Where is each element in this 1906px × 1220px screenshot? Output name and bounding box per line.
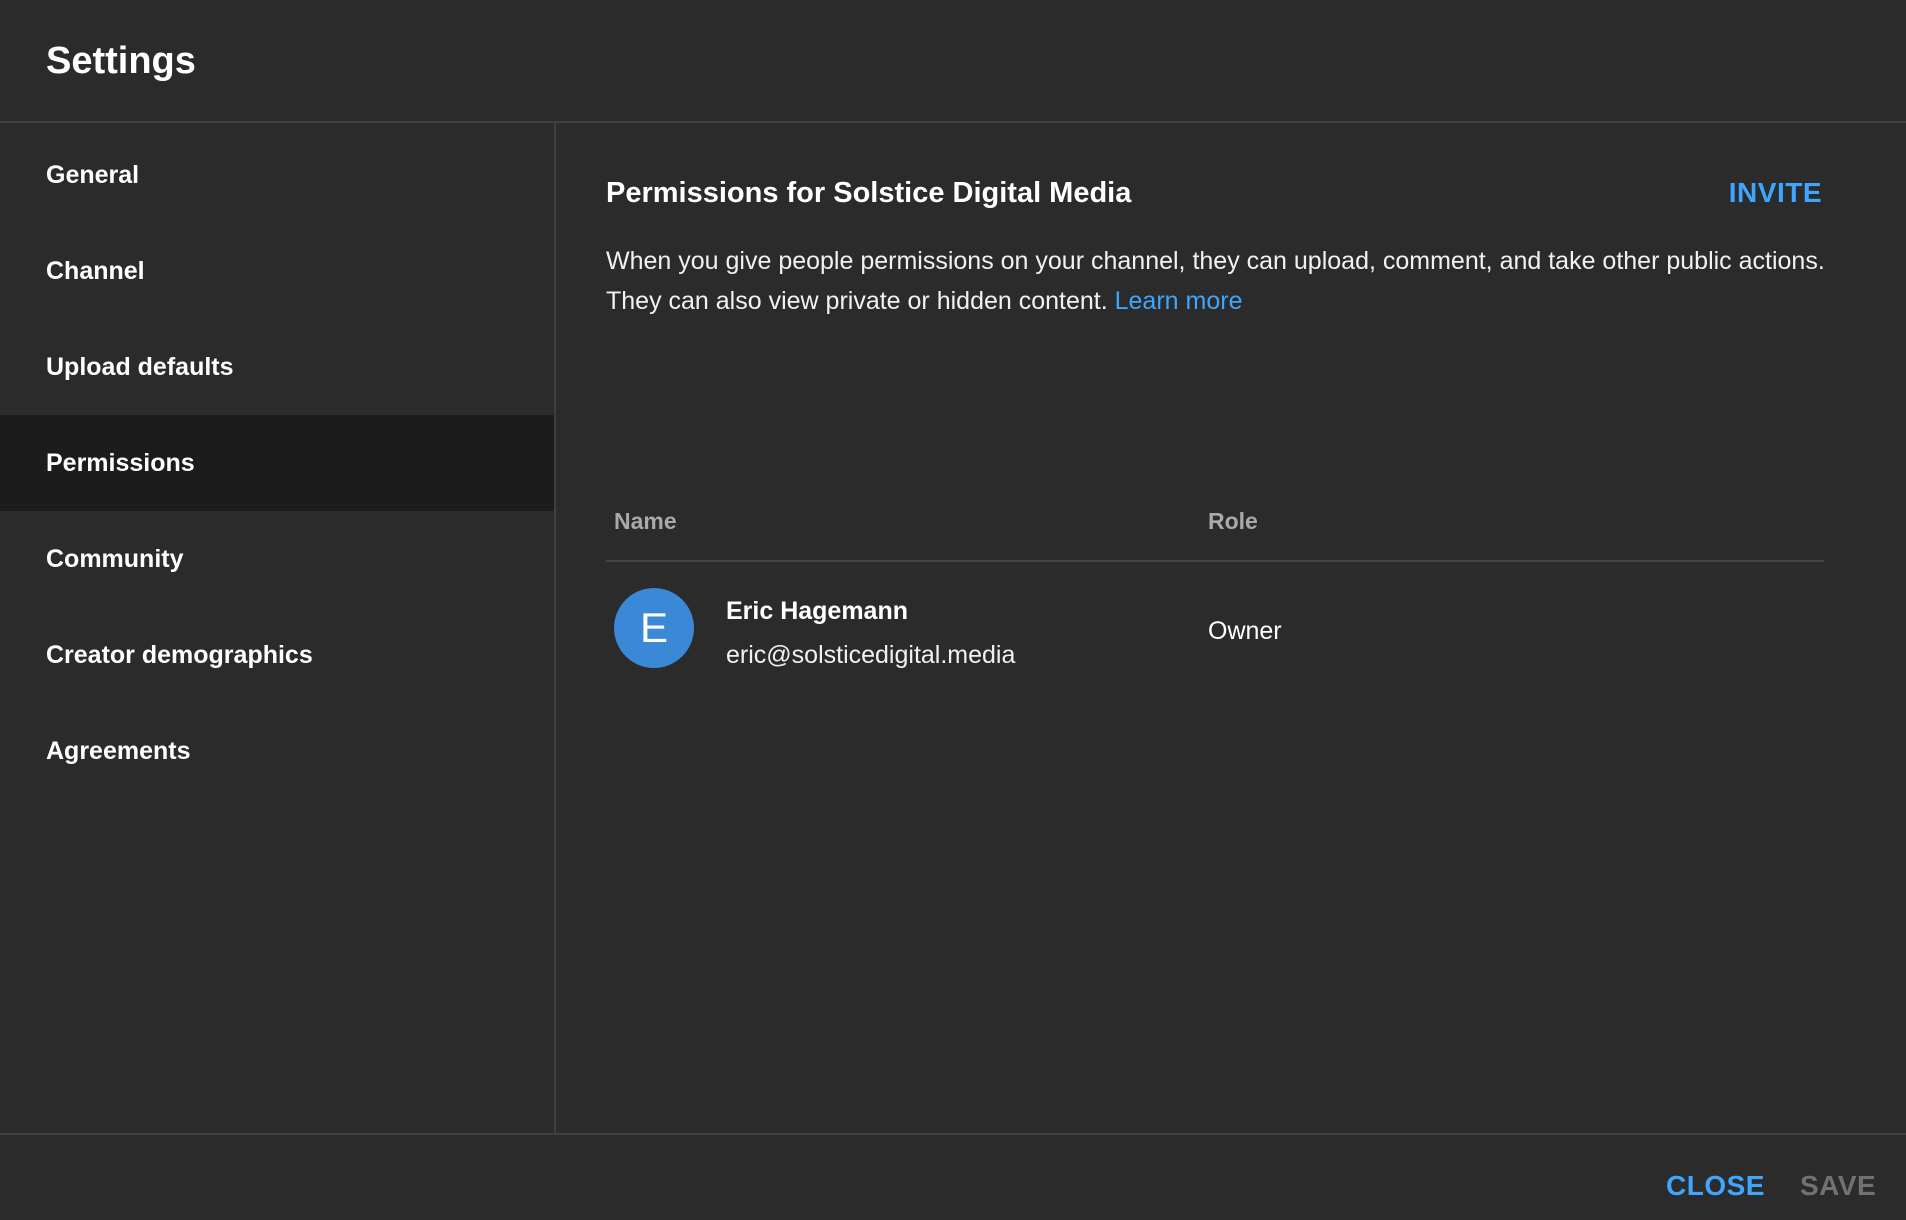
permissions-table-header: Name Role [606,506,1824,562]
permissions-panel: Permissions for Solstice Digital Media I… [558,123,1906,1133]
dialog-title: Settings [46,40,196,82]
sidebar-item-channel[interactable]: Channel [0,223,554,319]
sidebar-item-agreements[interactable]: Agreements [0,703,554,799]
permissions-title: Permissions for Solstice Digital Media [606,177,1132,209]
learn-more-link[interactable]: Learn more [1115,287,1243,315]
permissions-description: When you give people permissions on your… [606,241,1836,321]
user-email: eric@solsticedigital.media [726,641,1016,669]
settings-sidebar: General Channel Upload defaults Permissi… [0,123,556,1133]
dialog-footer: CLOSE SAVE [0,1133,1906,1220]
column-header-name: Name [614,508,677,534]
table-row: E Eric Hagemann eric@solsticedigital.med… [606,564,1824,690]
save-button[interactable]: SAVE [1800,1169,1876,1203]
settings-dialog: Settings General Channel Upload defaults… [0,0,1906,1220]
sidebar-item-community[interactable]: Community [0,511,554,607]
sidebar-item-creator-demographics[interactable]: Creator demographics [0,607,554,703]
column-header-role: Role [1208,508,1258,534]
user-role: Owner [1208,617,1282,645]
sidebar-item-upload-defaults[interactable]: Upload defaults [0,319,554,415]
avatar: E [614,588,694,668]
invite-button[interactable]: INVITE [1729,175,1822,211]
sidebar-item-permissions[interactable]: Permissions [0,415,554,511]
close-button[interactable]: CLOSE [1666,1169,1765,1203]
sidebar-item-general[interactable]: General [0,127,554,223]
user-name: Eric Hagemann [726,597,909,625]
dialog-header: Settings [0,0,1906,123]
